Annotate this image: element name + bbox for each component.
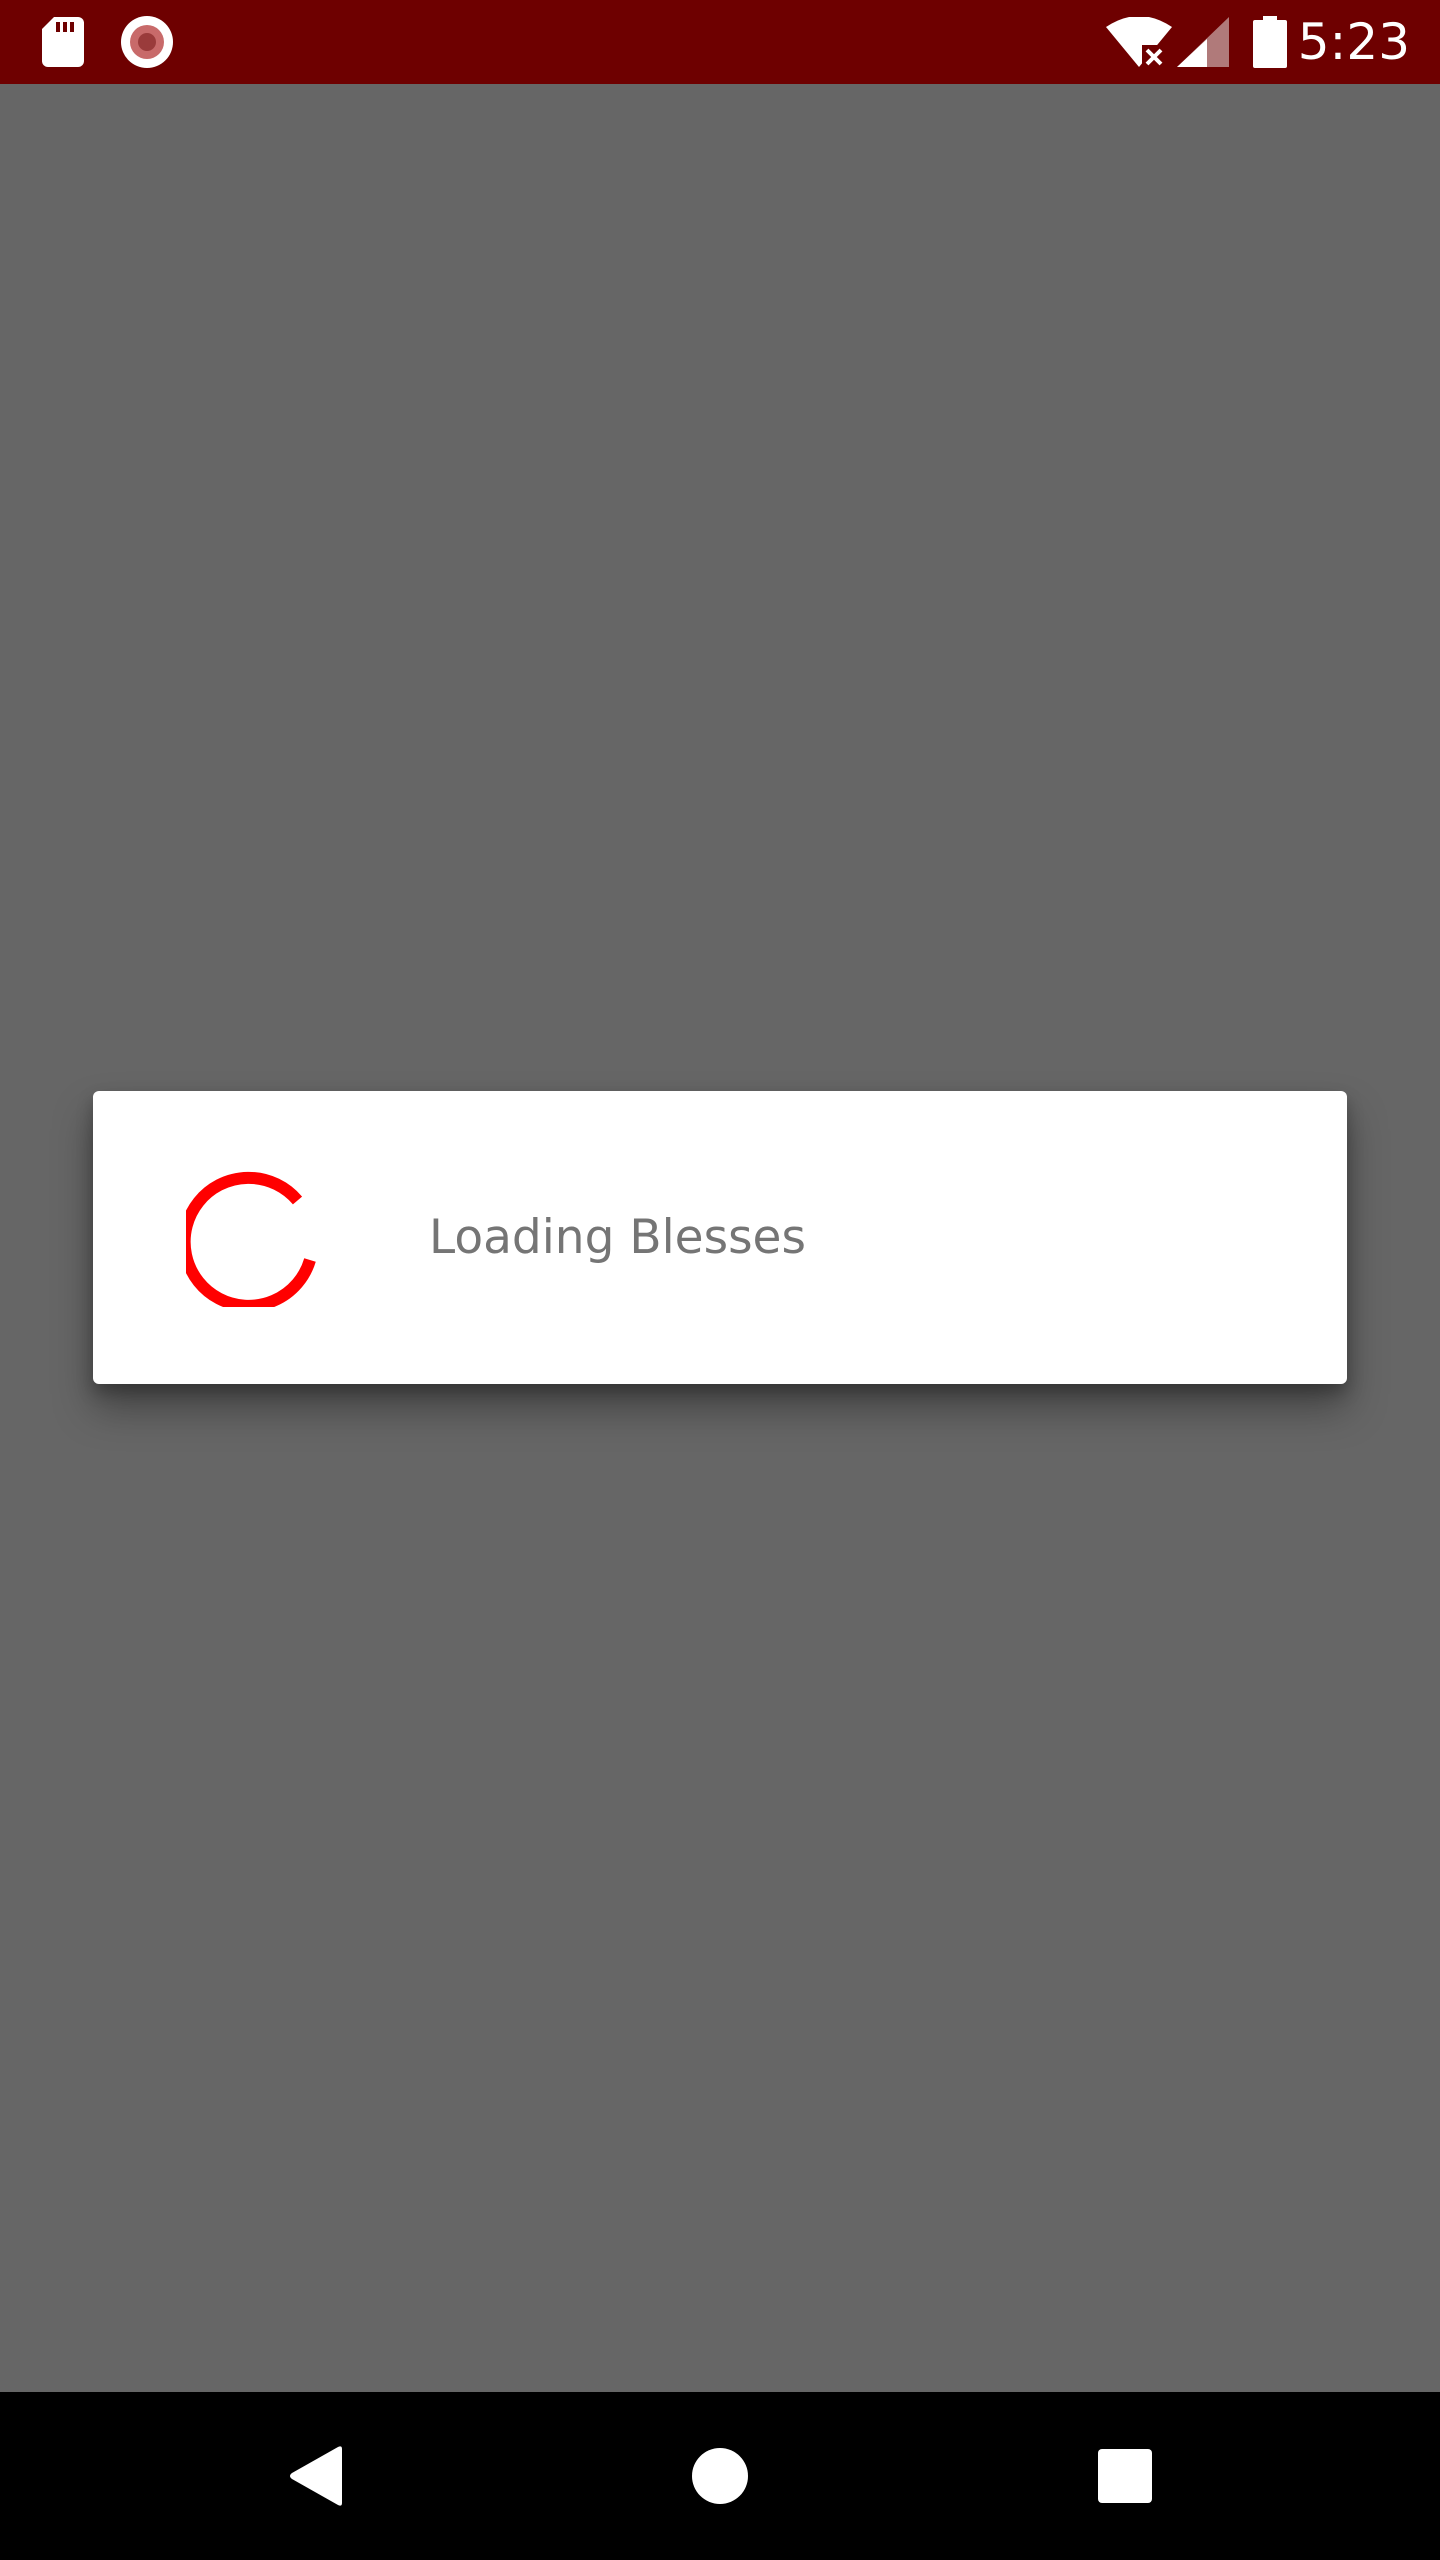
- status-bar-clock: 5:23: [1297, 13, 1410, 71]
- record-icon: [120, 0, 174, 84]
- wifi-off-icon: [1106, 0, 1172, 84]
- loading-dialog: Loading Blesses: [93, 1091, 1347, 1384]
- status-bar: 5:23: [0, 0, 1440, 84]
- screen: 5:23 Loading Blesses: [0, 0, 1440, 2560]
- battery-icon: [1252, 0, 1288, 84]
- loading-message: Loading Blesses: [429, 1210, 806, 1265]
- navigation-bar: [0, 2392, 1440, 2560]
- sd-card-icon: [40, 0, 86, 84]
- back-icon[interactable]: [236, 2392, 396, 2560]
- cell-signal-icon: [1176, 0, 1230, 84]
- loading-spinner-icon: [186, 1171, 316, 1307]
- recents-icon[interactable]: [1045, 2392, 1205, 2560]
- home-icon[interactable]: [640, 2392, 800, 2560]
